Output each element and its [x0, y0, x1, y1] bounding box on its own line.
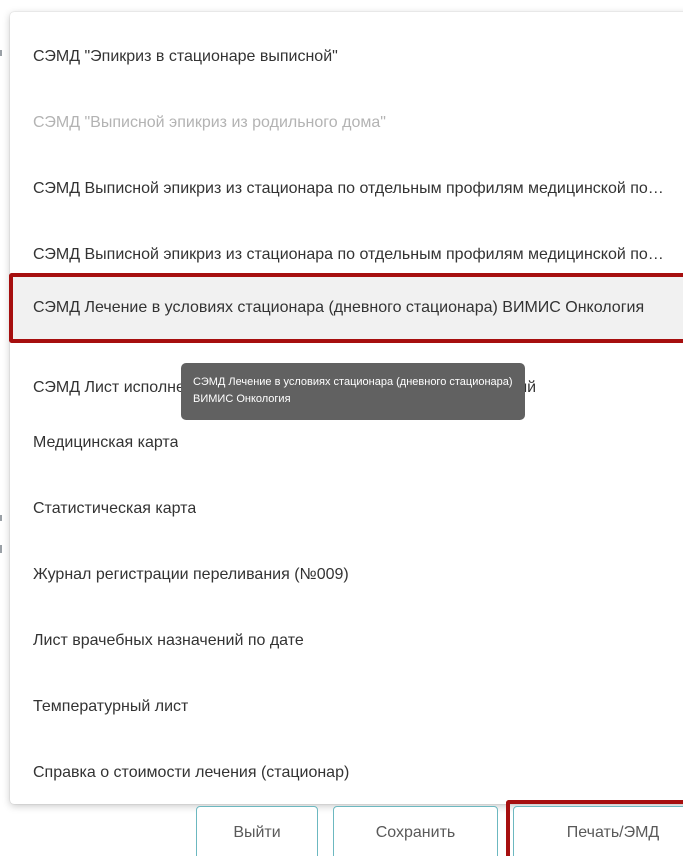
menu-item-semd-maternity-discharge: СЭМД "Выписной эпикриз из родильного дом… [10, 90, 683, 156]
menu-item-label: Справка о стоимости лечения (стационар) [33, 764, 350, 781]
background-edge [0, 50, 2, 56]
menu-item-transfusion-journal[interactable]: Журнал регистрации переливания (№009) [10, 542, 683, 608]
background-edge [0, 515, 2, 521]
menu-item-semd-treatment-vimis-oncology[interactable]: СЭМД Лечение в условиях стационара (днев… [10, 275, 683, 341]
save-button[interactable]: Сохранить [333, 806, 498, 856]
exit-button[interactable]: Выйти [196, 806, 318, 856]
menu-item-semd-epicrisis-discharge[interactable]: СЭМД "Эпикриз в стационаре выписной" [10, 24, 683, 90]
menu-item-label: Медицинская карта [33, 434, 179, 451]
menu-item-label: Статистическая карта [33, 500, 197, 517]
menu-item-temperature-sheet[interactable]: Температурный лист [10, 674, 683, 740]
menu-item-label: СЭМД Лечение в условиях стационара (днев… [33, 299, 645, 316]
menu-item-prescriptions-by-date[interactable]: Лист врачебных назначений по дате [10, 608, 683, 674]
tooltip: СЭМД Лечение в условиях стационара (днев… [181, 363, 525, 420]
background-edge [0, 545, 2, 553]
menu-item-semd-discharge-profiles-1[interactable]: СЭМД Выписной эпикриз из стационара по о… [10, 156, 683, 222]
menu-item-label: СЭМД Выписной эпикриз из стационара по о… [33, 180, 670, 197]
tooltip-text: СЭМД Лечение в условиях стационара (днев… [193, 376, 513, 405]
page: СЭМД "Эпикриз в стационаре выписной" СЭМ… [0, 0, 683, 856]
menu-item-label: Журнал регистрации переливания (№009) [33, 566, 349, 583]
menu-item-treatment-cost-certificate[interactable]: Справка о стоимости лечения (стационар) [10, 740, 683, 806]
menu-item-statistical-card[interactable]: Статистическая карта [10, 476, 683, 542]
menu-item-label: Температурный лист [33, 698, 189, 715]
print-emd-button[interactable]: Печать/ЭМД [513, 806, 683, 856]
menu-item-label: СЭМД "Эпикриз в стационаре выписной" [33, 48, 338, 65]
menu-item-label: СЭМД "Выписной эпикриз из родильного дом… [33, 114, 386, 131]
menu-item-label: СЭМД Выписной эпикриз из стационара по о… [33, 246, 670, 263]
menu-item-label: Лист врачебных назначений по дате [33, 632, 304, 649]
